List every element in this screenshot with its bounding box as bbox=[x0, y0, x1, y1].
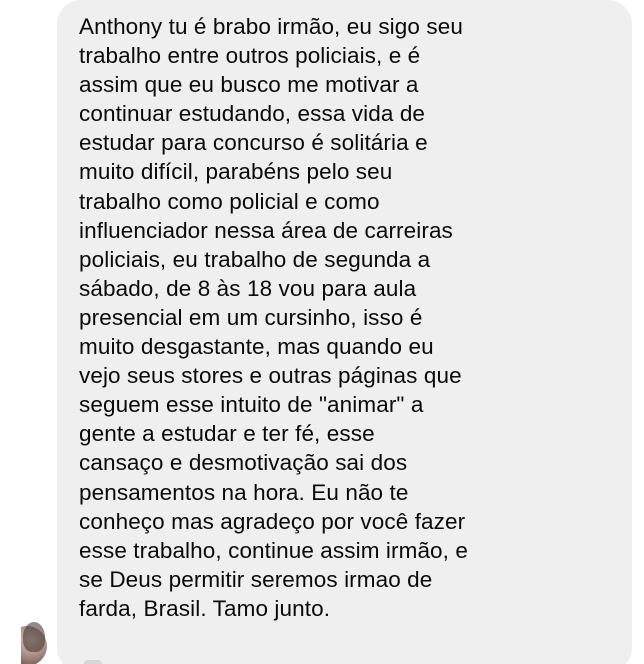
chat-screen: Anthony tu é brabo irmão, eu sigo seu tr… bbox=[0, 0, 644, 664]
next-message-indicator bbox=[84, 660, 102, 664]
message-text: Anthony tu é brabo irmão, eu sigo seu tr… bbox=[79, 14, 468, 621]
avatar-hair-shape bbox=[23, 622, 45, 652]
sender-avatar[interactable] bbox=[21, 622, 47, 664]
